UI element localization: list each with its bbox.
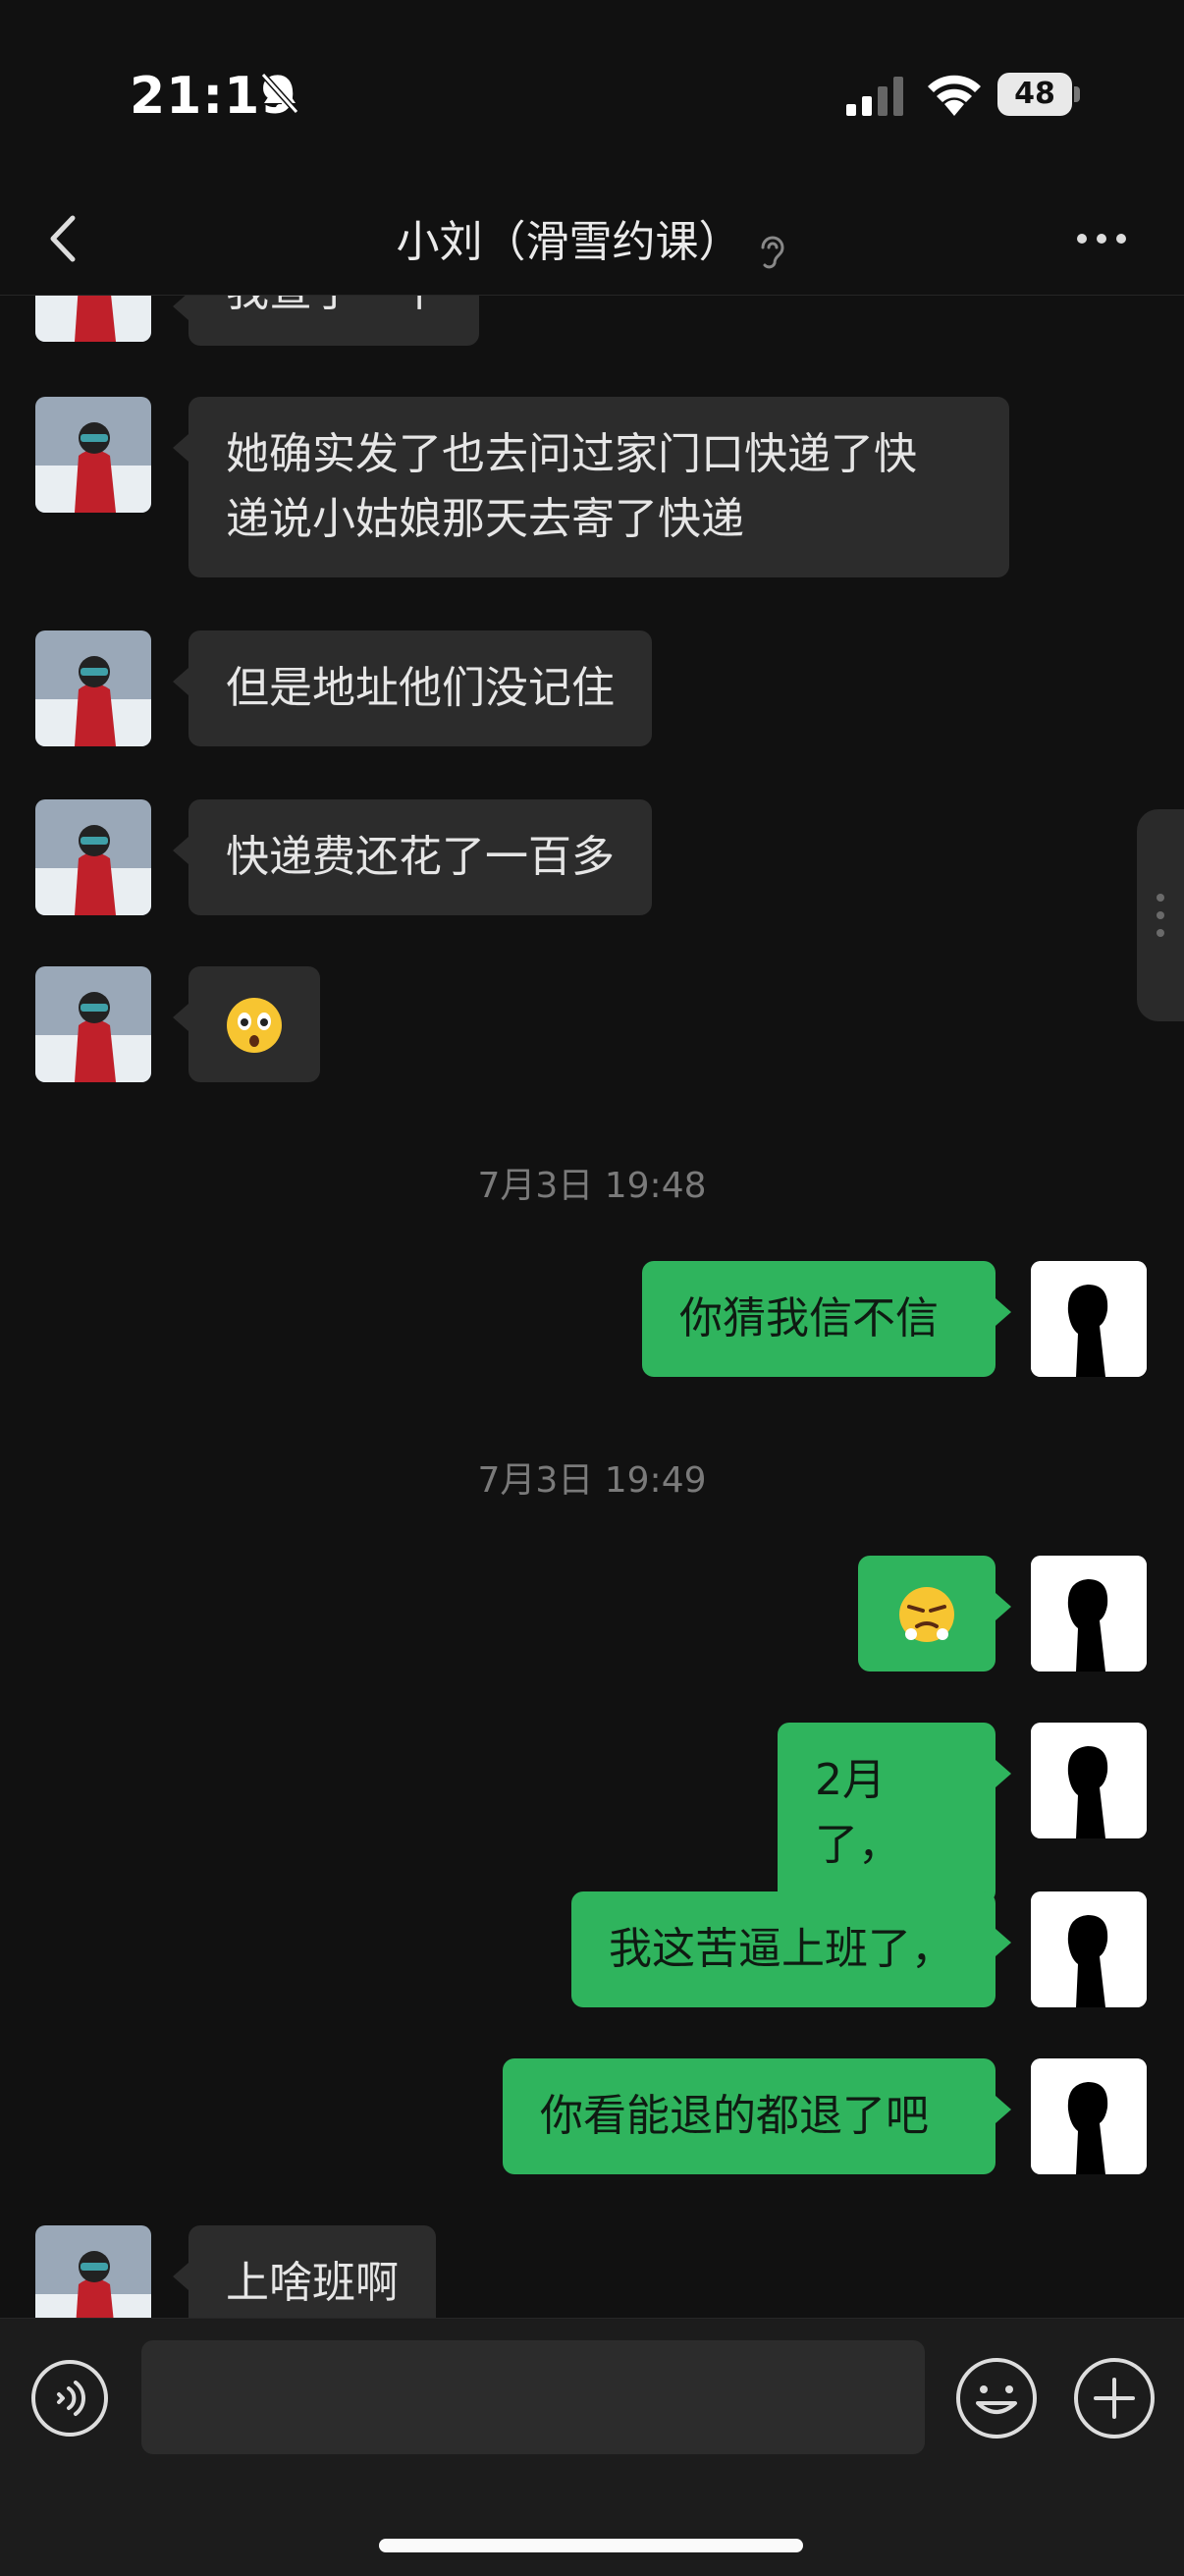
timestamp: 7月3日 19:48 bbox=[477, 1166, 707, 1206]
contact-avatar[interactable] bbox=[35, 2225, 151, 2318]
my-avatar[interactable] bbox=[1031, 1261, 1147, 1377]
plus-icon[interactable] bbox=[1072, 2356, 1157, 2440]
signal-icon bbox=[846, 77, 903, 116]
message-line: 她确实发了也去问过家门口快递了快 bbox=[226, 429, 917, 479]
timestamp: 7月3日 19:49 bbox=[477, 1460, 707, 1501]
huffing-face-emoji-icon bbox=[899, 1587, 954, 1642]
wifi-icon bbox=[928, 75, 981, 116]
chat-header: 小刘（滑雪约课） bbox=[0, 187, 1184, 296]
message-bubble-incoming[interactable] bbox=[173, 966, 320, 1082]
message-bubble-incoming[interactable]: 但是地址他们没记住 bbox=[173, 630, 652, 746]
battery-level: 48 bbox=[1014, 77, 1055, 111]
chat-title: 小刘（滑雪约课） bbox=[396, 217, 742, 267]
contact-avatar[interactable] bbox=[35, 630, 151, 746]
my-avatar[interactable] bbox=[1031, 1723, 1147, 1838]
message-bubble-incoming[interactable]: 上啥班啊 bbox=[173, 2225, 436, 2318]
my-avatar[interactable] bbox=[1031, 1891, 1147, 2007]
home-indicator bbox=[379, 2539, 803, 2552]
battery-icon: 48 bbox=[997, 73, 1080, 116]
message-bubble-outgoing[interactable] bbox=[858, 1556, 1011, 1672]
message-bubble-incoming[interactable]: 快递费还花了一百多 bbox=[173, 799, 652, 915]
my-avatar[interactable] bbox=[1031, 2058, 1147, 2174]
message-bubble-outgoing[interactable]: 你猜我信不信 bbox=[642, 1261, 1011, 1377]
message-bubble-outgoing[interactable]: 你看能退的都退了吧 bbox=[503, 2058, 1011, 2174]
emoji-icon[interactable] bbox=[954, 2356, 1039, 2440]
message-bubble-outgoing[interactable]: 我这苦逼上班了， bbox=[571, 1891, 1011, 2007]
more-icon[interactable] bbox=[1072, 224, 1131, 253]
contact-avatar[interactable] bbox=[35, 966, 151, 1082]
message-bubble-outgoing[interactable]: 2月了， bbox=[778, 1723, 1011, 1903]
ear-icon bbox=[761, 236, 784, 268]
voice-icon[interactable] bbox=[29, 2358, 110, 2439]
contact-avatar[interactable] bbox=[35, 799, 151, 915]
contact-avatar[interactable] bbox=[35, 397, 151, 513]
shaking-face-emoji-icon bbox=[227, 998, 282, 1053]
message-bubble-incoming[interactable]: 我查了一下 bbox=[173, 295, 479, 346]
message-line: 递说小姑娘那天去寄了快递 bbox=[226, 494, 744, 544]
message-list[interactable]: 我查了一下 她确实发了也去问过家门口快递了快 递说小姑娘那天去寄了快递 但是地址… bbox=[0, 295, 1184, 2318]
message-input[interactable] bbox=[141, 2340, 925, 2454]
side-drawer-handle[interactable] bbox=[1137, 809, 1184, 1021]
input-bar bbox=[0, 2318, 1184, 2576]
my-avatar[interactable] bbox=[1031, 1556, 1147, 1672]
bell-muted-icon bbox=[260, 72, 299, 115]
status-bar: 21:19 48 bbox=[0, 0, 1184, 187]
contact-avatar[interactable] bbox=[35, 295, 151, 342]
message-bubble-incoming[interactable]: 她确实发了也去问过家门口快递了快 递说小姑娘那天去寄了快递 bbox=[173, 397, 1009, 577]
